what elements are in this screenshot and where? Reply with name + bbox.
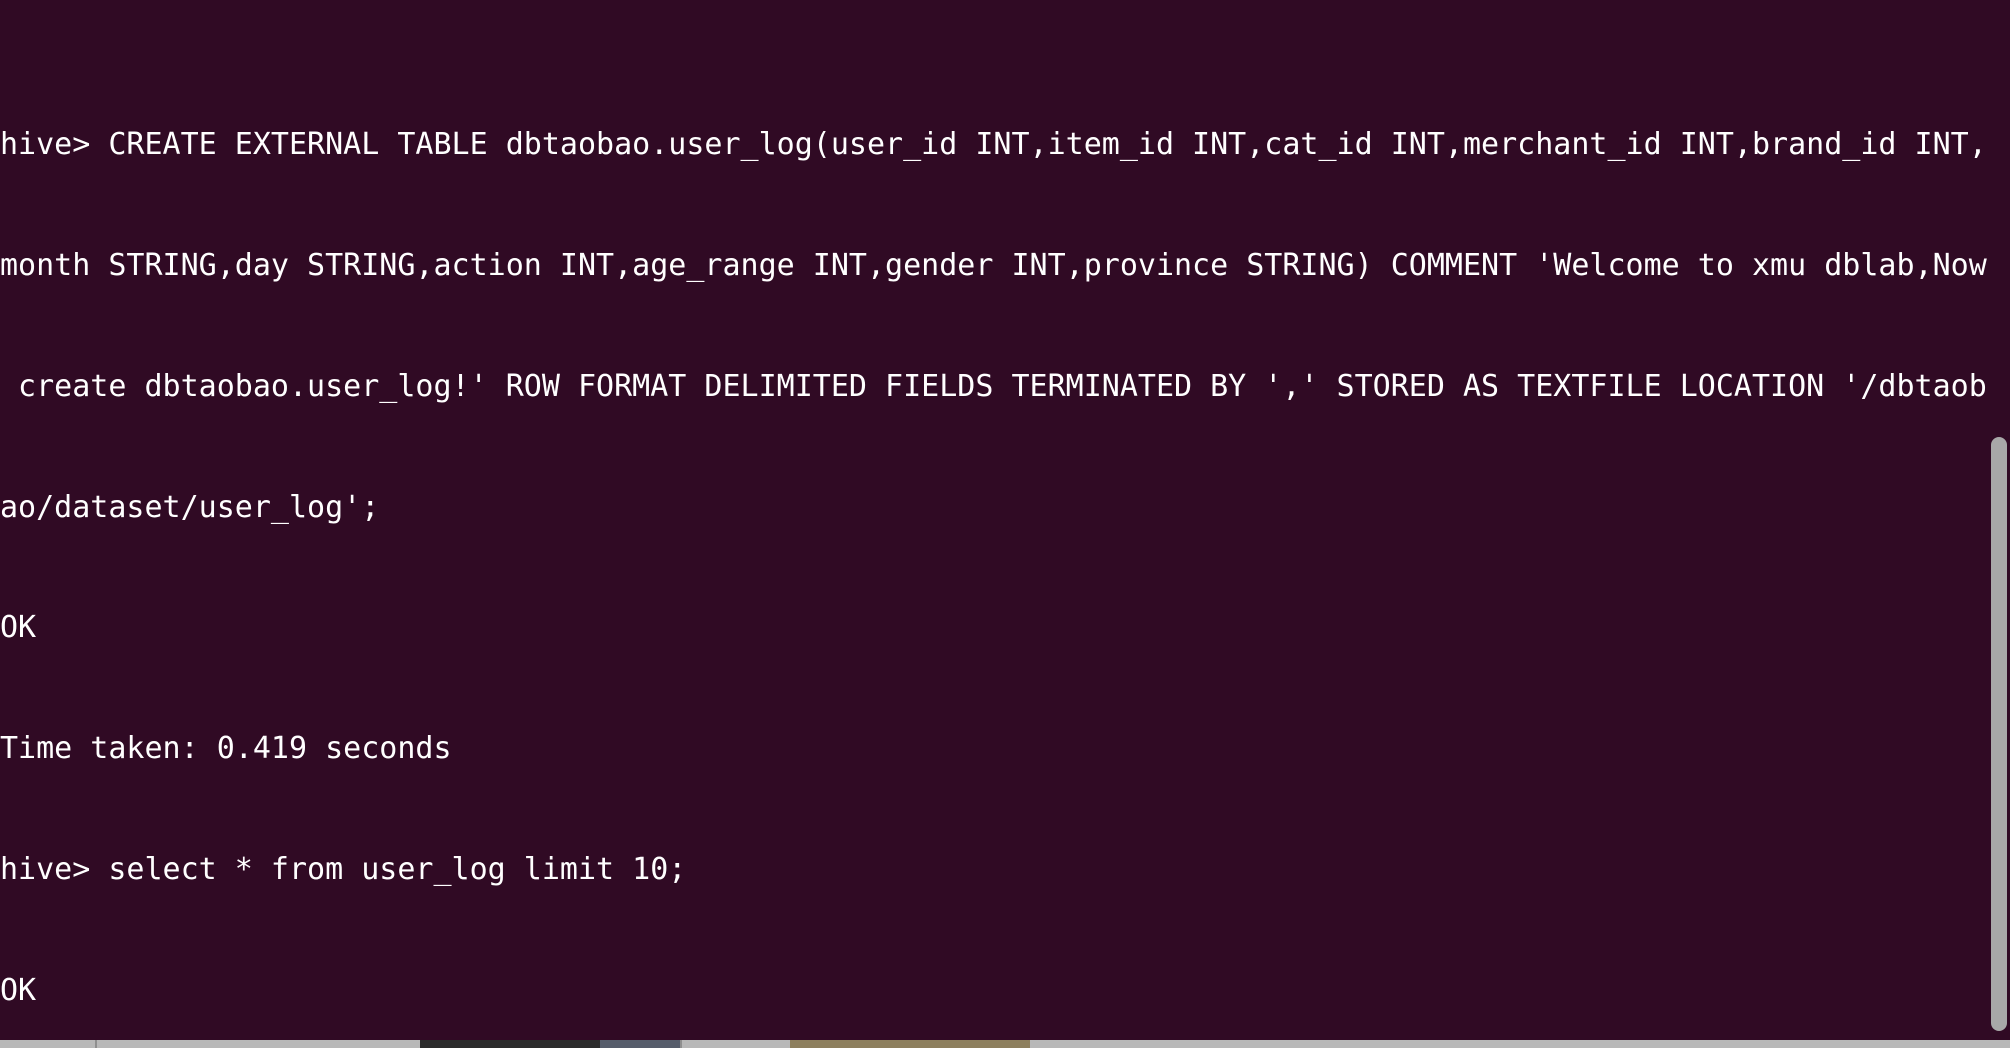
terminal-line-time-taken-1: Time taken: 0.419 seconds xyxy=(0,731,452,767)
terminal-line-command-create-3: create dbtaobao.user_log!' ROW FORMAT DE… xyxy=(0,368,1987,404)
terminal-line-status-ok-1: OK xyxy=(0,610,37,646)
taskbar-sliver[interactable] xyxy=(0,1040,2010,1048)
terminal-line-command-create-2: month STRING,day STRING,action INT,age_r… xyxy=(0,247,1987,283)
terminal-scrollbar-thumb[interactable] xyxy=(1991,437,2007,1031)
terminal-line-status-ok-2: OK xyxy=(0,973,37,1009)
taskbar-separator-right xyxy=(680,1040,682,1048)
taskbar-window-label[interactable] xyxy=(790,1040,1030,1048)
terminal-scrollbar-track[interactable] xyxy=(1988,0,2010,1040)
taskbar-window-thumbnail-b[interactable] xyxy=(600,1040,680,1048)
terminal-line-command-select: hive> select * from user_log limit 10; xyxy=(0,852,687,888)
terminal-screen[interactable]: hive> CREATE EXTERNAL TABLE dbtaobao.use… xyxy=(0,0,1990,1040)
taskbar-window-thumbnail-a[interactable] xyxy=(420,1040,600,1048)
terminal-window[interactable]: hive> CREATE EXTERNAL TABLE dbtaobao.use… xyxy=(0,0,2010,1040)
taskbar-separator-left xyxy=(95,1040,97,1048)
terminal-line-command-create-1: hive> CREATE EXTERNAL TABLE dbtaobao.use… xyxy=(0,126,1987,162)
terminal-line-command-create-4: ao/dataset/user_log'; xyxy=(0,489,380,525)
